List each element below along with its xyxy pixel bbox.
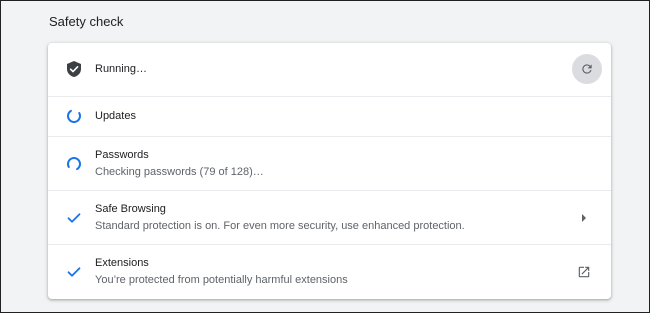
safety-check-extensions-row[interactable]: Extensions You’re protected from potenti… [48,244,611,300]
extensions-subtitle: You’re protected from potentially harmfu… [95,274,348,286]
checkmark-icon [65,263,83,281]
extensions-title: Extensions [95,257,149,269]
passwords-subtitle: Checking passwords (79 of 128)… [95,166,264,178]
checkmark-icon [65,209,83,227]
extensions-open-button[interactable] [577,265,591,279]
refresh-button[interactable] [572,54,602,84]
safety-check-safe-browsing-row[interactable]: Safe Browsing Standard protection is on.… [48,190,611,245]
passwords-title: Passwords [95,149,149,161]
safe-browsing-title: Safe Browsing [95,203,166,215]
status-label: Running… [95,63,147,75]
safety-check-updates-row: Updates [48,96,611,137]
open-in-new-icon [577,265,591,279]
spinner-icon [65,155,83,173]
spinner-icon [65,107,83,125]
safety-check-status-row: Running… [48,43,611,96]
updates-title: Updates [95,110,136,122]
safe-browsing-subtitle: Standard protection is on. For even more… [95,220,465,232]
safe-browsing-arrow-button[interactable] [577,211,591,225]
refresh-icon [580,62,594,76]
safety-check-title: Safety check [49,14,124,29]
safety-check-card: Running… Updates Passwords Checking pass… [48,43,611,299]
shield-check-icon [65,60,83,78]
safety-check-passwords-row: Passwords Checking passwords (79 of 128)… [48,136,611,191]
arrow-right-icon [580,213,588,223]
